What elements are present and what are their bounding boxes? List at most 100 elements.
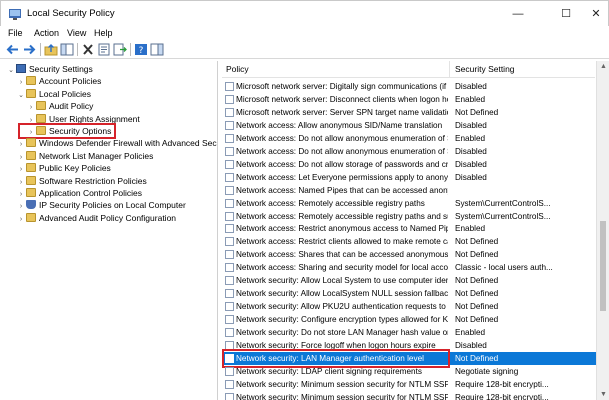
policy-setting-icon [225,211,234,221]
minimize-button[interactable]: — [501,3,535,25]
folder-icon [26,138,36,148]
policy-setting-icon [225,289,234,299]
policy-row[interactable]: Network access: Do not allow anonymous e… [222,132,596,145]
policy-security-setting: Disabled [455,120,487,130]
policy-setting-icon [225,120,234,130]
title-bar: Local Security Policy — ☐ ✕ [0,0,609,26]
folder-up-icon[interactable] [44,43,58,56]
policy-name: Network security: LDAP client signing re… [236,366,422,376]
tree-item[interactable]: › Public Key Policies [16,162,111,174]
toolbar-separator [77,43,78,56]
policy-name: Network security: Do not store LAN Manag… [236,328,448,338]
toolbar-separator [40,43,41,56]
policy-row[interactable]: Network access: Allow anonymous SID/Name… [222,119,596,132]
close-button[interactable]: ✕ [579,3,609,25]
policy-setting-icon [225,133,234,143]
expand-chevron-right-icon[interactable]: › [16,214,26,226]
policy-row[interactable]: Network access: Restrict anonymous acces… [222,222,596,235]
tree-item[interactable]: ⌄ Local Policies [16,88,91,100]
menu-help[interactable]: Help [94,28,113,38]
column-header-policy[interactable]: Policy [222,61,450,78]
tree-item-label: Software Restriction Policies [39,175,147,186]
policy-row[interactable]: Network access: Remotely accessible regi… [222,210,596,223]
policy-row[interactable]: Network access: Do not allow storage of … [222,158,596,171]
policy-name: Network security: Allow LocalSystem NULL… [236,289,448,299]
policy-row[interactable]: Network access: Restrict clients allowed… [222,235,596,248]
tree-item-label: Account Policies [39,76,102,87]
tree-item[interactable]: › Advanced Audit Policy Configuration [16,212,176,224]
policy-row[interactable]: Network access: Do not allow anonymous e… [222,145,596,158]
policy-security-setting: Enabled [455,133,486,143]
menu-view[interactable]: View [67,28,86,38]
tree-item-label: Advanced Audit Policy Configuration [39,212,177,223]
computer-icon [16,64,26,73]
policy-security-setting: Not Defined [455,237,499,247]
maximize-button[interactable]: ☐ [549,3,583,25]
policy-row[interactable]: Microsoft network server: Digitally sign… [222,80,596,93]
policy-row[interactable]: Network security: Do not store LAN Manag… [222,326,596,339]
expand-chevron-down-icon[interactable]: ⌄ [6,65,16,77]
tree-item[interactable]: › Network List Manager Policies [16,150,153,162]
tree-item-label: Audit Policy [49,101,94,112]
forward-arrow-icon[interactable] [22,43,36,56]
policy-setting-icon [225,94,234,104]
policy-name: Network access: Restrict anonymous acces… [236,224,448,234]
policy-security-setting: Require 128-bit encrypti... [455,379,549,389]
policy-security-setting: System\CurrentControlS... [455,198,551,208]
policy-security-setting: Enabled [455,224,486,234]
policy-row[interactable]: Network security: Allow PKU2U authentica… [222,300,596,313]
help-icon[interactable]: ? [134,43,148,56]
scrollbar-thumb[interactable] [600,221,606,311]
back-arrow-icon[interactable] [6,43,20,56]
policy-setting-icon [225,328,234,338]
policy-security-setting: Disabled [455,159,487,169]
menu-file[interactable]: File [8,28,23,38]
vertical-scrollbar[interactable]: ▲ ▼ [596,61,609,400]
policy-row[interactable]: Microsoft network server: Disconnect cli… [222,93,596,106]
tree-item[interactable]: › Audit Policy [26,100,93,112]
policy-row[interactable]: Network security: LDAP client signing re… [222,365,596,378]
policy-name: Microsoft network server: Disconnect cli… [236,94,448,104]
policy-list-pane: Policy Security Setting Microsoft networ… [222,61,609,400]
scroll-up-arrow-icon[interactable]: ▲ [600,63,607,70]
policy-name: Network access: Sharing and security mod… [236,263,448,273]
policy-row[interactable]: Network security: Configure encryption t… [222,313,596,326]
tree-item[interactable]: › Account Policies [16,75,101,87]
policy-row[interactable]: Network security: Minimum session securi… [222,391,596,400]
menu-bar: File Action View Help [0,26,609,41]
svg-text:?: ? [139,46,144,56]
policy-name: Network security: Minimum session securi… [236,379,448,389]
policy-row[interactable]: Network access: Named Pipes that can be … [222,184,596,197]
delete-icon[interactable] [81,43,95,56]
tree-item[interactable]: › Application Control Policies [16,187,142,199]
expand-chevron-down-icon[interactable]: ⌄ [16,90,26,102]
policy-row[interactable]: Network access: Let Everyone permissions… [222,171,596,184]
policy-name: Network access: Named Pipes that can be … [236,185,448,195]
policy-name: Network security: Allow PKU2U authentica… [236,302,448,312]
policy-row[interactable]: Network access: Remotely accessible regi… [222,197,596,210]
policy-setting-icon [225,379,234,389]
folder-icon [36,101,46,111]
column-header-security-setting[interactable]: Security Setting [450,61,595,78]
show-hide-tree-icon[interactable] [60,43,74,56]
tree-item[interactable]: › Software Restriction Policies [16,175,147,187]
policy-row[interactable]: Network security: Allow Local System to … [222,274,596,287]
properties-icon[interactable] [97,43,111,56]
policy-row[interactable]: Network access: Shares that can be acces… [222,248,596,261]
policy-row[interactable]: Microsoft network server: Server SPN tar… [222,106,596,119]
policy-row[interactable]: Network security: Minimum session securi… [222,378,596,391]
scroll-down-arrow-icon[interactable]: ▼ [600,391,607,398]
export-list-icon[interactable] [113,43,127,56]
policy-name: Network access: Remotely accessible regi… [236,211,448,221]
tree-item[interactable]: ⌄ Security Settings [6,63,93,75]
show-hide-action-pane-icon[interactable] [150,43,164,56]
menu-action[interactable]: Action [34,28,59,38]
tree-item[interactable]: › IP Security Policies on Local Computer [16,199,186,211]
policy-name: Network security: Minimum session securi… [236,392,448,400]
policy-setting-icon [225,107,234,117]
policy-setting-icon [225,159,234,169]
policy-row[interactable]: Network security: Allow LocalSystem NULL… [222,287,596,300]
tree-item[interactable]: › Windows Defender Firewall with Advanced… [16,137,217,149]
folder-icon [26,76,36,86]
policy-row[interactable]: Network access: Sharing and security mod… [222,261,596,274]
